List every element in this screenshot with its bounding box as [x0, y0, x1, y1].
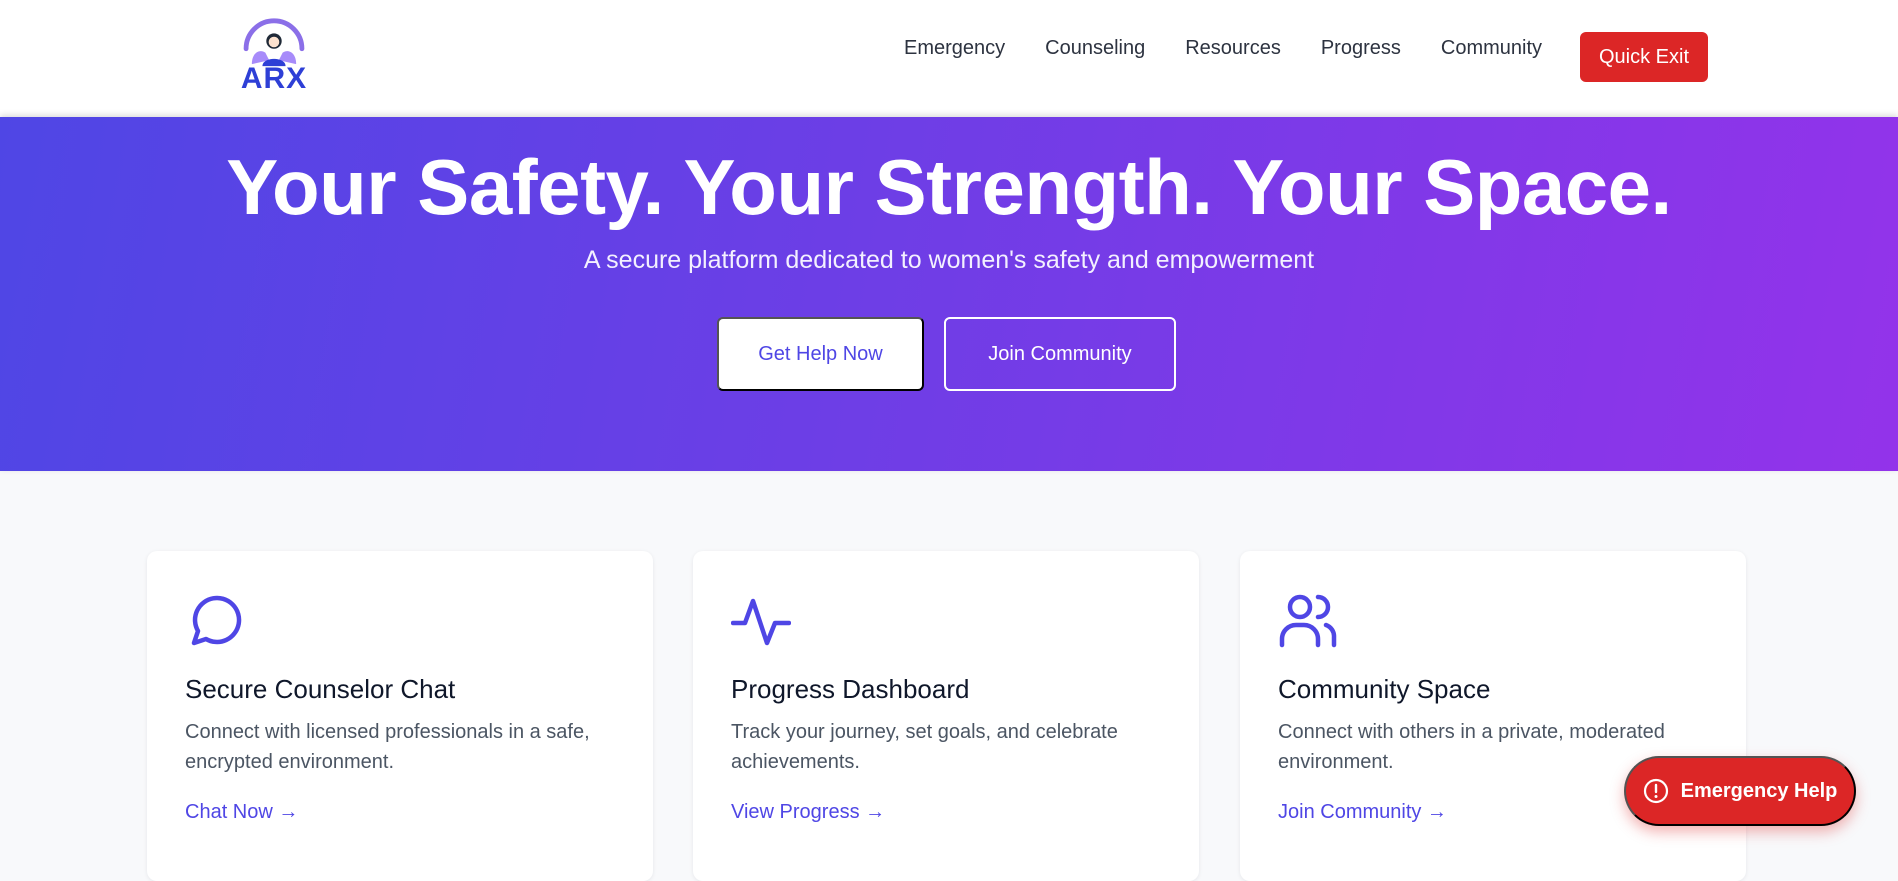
feature-title: Community Space: [1278, 674, 1491, 704]
alert-circle-icon: [1643, 778, 1668, 804]
feature-title: Secure Counselor Chat: [185, 674, 456, 704]
nav-item-progress[interactable]: Progress: [1321, 32, 1401, 64]
nav-item-resources[interactable]: Resources: [1185, 32, 1281, 64]
hero-subtitle: A secure platform dedicated to women's s…: [583, 246, 1315, 274]
nav-item-community[interactable]: Community: [1441, 32, 1542, 64]
join-community-link[interactable]: Join Community →: [1278, 797, 1447, 827]
feature-card-community-space: Community Space Connect with others in a…: [1240, 551, 1746, 881]
get-help-now-button[interactable]: Get Help Now: [717, 317, 924, 391]
chat-bubble-icon: [191, 595, 242, 646]
nav-item-emergency[interactable]: Emergency: [904, 32, 1005, 64]
logo-mark-icon: [243, 18, 305, 67]
feature-card-progress-dashboard: Progress Dashboard Track your journey, s…: [693, 551, 1199, 881]
quick-exit-button[interactable]: Quick Exit: [1580, 32, 1708, 82]
hero-title: Your Safety. Your Strength. Your Space.: [226, 143, 1672, 231]
brand-name: ARX: [240, 62, 308, 95]
chat-now-link[interactable]: Chat Now →: [185, 797, 298, 827]
feature-title: Progress Dashboard: [731, 674, 970, 704]
emergency-help-button[interactable]: Emergency Help: [1624, 756, 1856, 826]
feature-card-counselor-chat: Secure Counselor Chat Connect with licen…: [147, 551, 653, 881]
arx-logo[interactable]: ARX: [238, 16, 310, 94]
site-header: ARX Emergency Counseling Resources Progr…: [0, 0, 1898, 117]
feature-description: Track your journey, set goals, and celeb…: [731, 721, 1118, 773]
view-progress-link[interactable]: View Progress →: [731, 797, 885, 827]
users-icon: [1279, 594, 1337, 648]
emergency-help-label: Emergency Help: [1680, 779, 1838, 802]
join-community-button[interactable]: Join Community: [944, 317, 1176, 391]
main-nav: Emergency Counseling Resources Progress …: [904, 32, 1582, 64]
activity-pulse-icon: [731, 598, 791, 646]
hero-section: Your Safety. Your Strength. Your Space. …: [0, 117, 1898, 471]
nav-item-counseling[interactable]: Counseling: [1045, 32, 1145, 64]
feature-description: Connect with licensed professionals in a…: [185, 721, 590, 773]
